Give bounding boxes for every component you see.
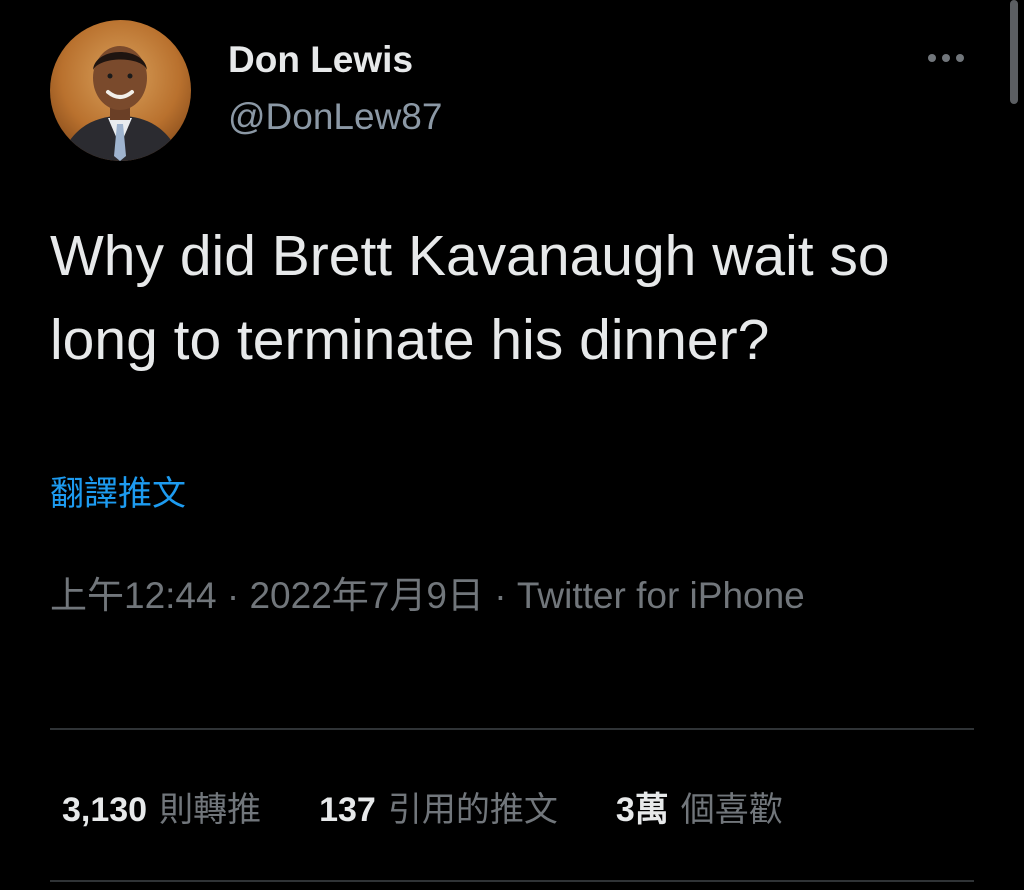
more-horizontal-icon: [928, 54, 964, 62]
quotes-count: 137: [319, 790, 376, 829]
more-options-button[interactable]: [918, 40, 974, 76]
tweet-metadata: 上午12:44 · 2022年7月9日 · Twitter for iPhone: [50, 566, 850, 625]
profile-photo-icon: [50, 20, 191, 161]
quotes-stat[interactable]: 137 引用的推文: [319, 782, 558, 831]
engagement-stats: 3,130 則轉推 137 引用的推文 3萬 個喜歡: [62, 782, 783, 831]
quotes-label: 引用的推文: [387, 790, 558, 829]
translate-tweet-link[interactable]: 翻譯推文: [50, 472, 186, 516]
meta-separator: ·: [483, 575, 517, 616]
tweet-time[interactable]: 上午12:44: [50, 575, 217, 616]
divider-bottom: [50, 880, 974, 882]
author-display-name[interactable]: Don Lewis: [228, 38, 413, 82]
scrollbar[interactable]: [1010, 0, 1018, 104]
tweet-date[interactable]: 2022年7月9日: [249, 575, 483, 616]
likes-label: 個喜歡: [680, 790, 783, 829]
retweets-stat[interactable]: 3,130 則轉推: [62, 782, 261, 831]
likes-count: 3萬: [615, 790, 669, 829]
author-handle[interactable]: @DonLew87: [228, 95, 442, 139]
author-avatar[interactable]: [50, 20, 191, 161]
divider-top: [50, 728, 974, 730]
likes-stat[interactable]: 3萬 個喜歡: [616, 782, 783, 831]
tweet-text: Why did Brett Kavanaugh wait so long to …: [50, 224, 890, 372]
retweets-count: 3,130: [62, 790, 148, 829]
tweet-source: Twitter for iPhone: [516, 575, 805, 616]
retweets-label: 則轉推: [159, 790, 262, 829]
meta-separator: ·: [216, 575, 250, 616]
